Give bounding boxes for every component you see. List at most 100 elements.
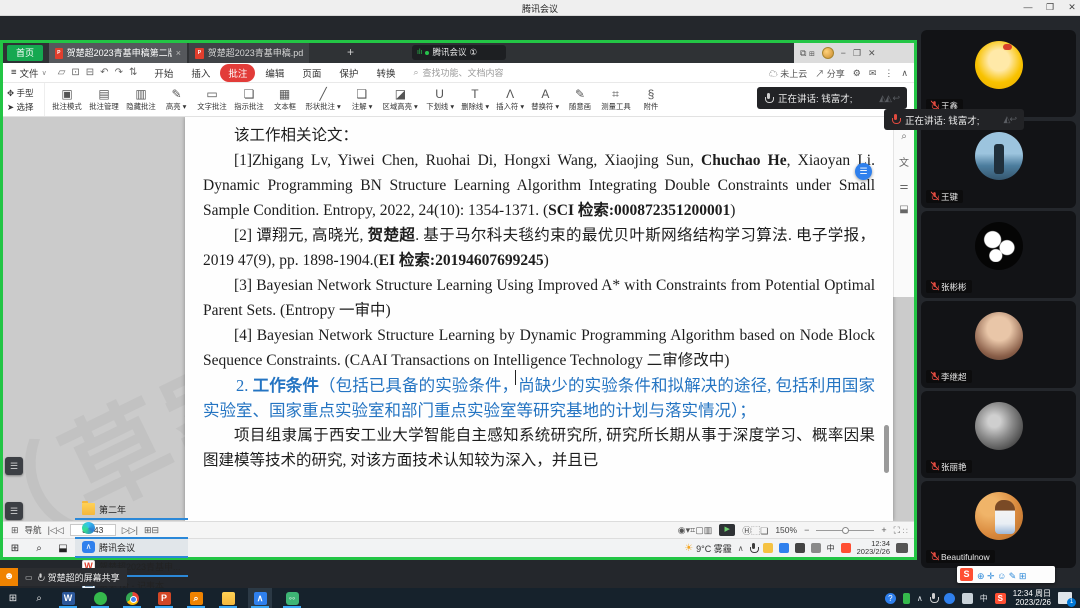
cloud-status[interactable]: ☁ 未上云 [769,67,808,80]
weather-widget[interactable]: ☀ 9°C 雾霾 [684,542,732,555]
taskbar-app-powerpoint[interactable]: P [152,588,176,608]
tool-annotate-mode[interactable]: ▣批注模式 [49,84,85,116]
redo-icon[interactable]: ↷ [112,67,126,78]
collapse-ribbon-icon[interactable]: ∧ [901,68,908,79]
pdf-close-button[interactable]: ✕ [868,48,876,59]
taskbar-app-doc-viewer[interactable]: ⌕ [184,588,208,608]
search-button[interactable]: ⌕ [26,593,52,604]
photos-icon[interactable] [779,543,789,553]
sogou-icon[interactable]: S [995,593,1006,604]
outer-clock[interactable]: 12:34 周日2023/2/26 [1013,589,1051,607]
tab-close-icon[interactable]: × [176,43,181,63]
tray-mic-icon[interactable] [750,543,757,554]
pdf-page[interactable]: 该工作相关论文：[1]Zhigang Lv, Yiwei Chen, Ruoha… [185,117,893,521]
camera-icon[interactable] [795,543,805,553]
ime-icon[interactable]: 中 [980,593,988,604]
battery-icon[interactable] [903,593,910,604]
display-icon[interactable] [962,593,973,604]
file-menu[interactable]: ≡ 文件 ∨ [3,66,55,80]
tool-hide-annotations[interactable]: ▥隐藏批注 [123,84,159,116]
pdf-restore-button[interactable]: ❐ [853,48,861,59]
tool-measure[interactable]: ⌗测量工具 [598,84,634,116]
app-icon[interactable] [944,593,955,604]
page-prev-icon[interactable]: |◁ [48,525,57,535]
sogou-tool-icon[interactable]: ✛ [987,571,997,581]
taskbar-item-folder[interactable]: 第二年 [75,501,188,520]
tool-attachment[interactable]: §附件 [635,84,668,116]
taskbar-item-meeting[interactable]: ∧腾讯会议 [75,539,188,558]
pdf-minimize-button[interactable]: − [841,48,846,58]
undo-icon[interactable]: ↶ [97,67,111,78]
taskbar-app-wechat[interactable]: ◦◦ [280,588,304,608]
hand-tool[interactable]: ✥ 手型 [7,87,40,99]
search-button[interactable]: ⌕ [27,543,51,554]
page-prev-icon[interactable]: ◁ [57,525,64,535]
search-box[interactable]: ⌕ 查找功能、文档内容 [413,66,503,79]
open-folder-icon[interactable]: ▱ [55,67,69,78]
tool-text-comment[interactable]: ▭文字批注 [194,84,230,116]
tool-insert-caret[interactable]: Λ插入符 ▾ [493,84,527,116]
print-icon[interactable]: ⊟ [83,67,97,78]
vertical-scrollbar[interactable] [884,425,889,473]
meeting-status-pill[interactable]: ılı 腾讯会议 ① [412,45,506,60]
slideshow-button[interactable]: ▶ [719,524,735,536]
taskbar-app-explorer[interactable] [216,588,240,608]
tool-replace-caret[interactable]: A替换符 ▾ [528,84,562,116]
menu-item-转换[interactable]: 转换 [368,64,403,82]
view-mode-icon[interactable]: ▥ [704,525,713,535]
participant-tile[interactable]: 张彬彬 [921,211,1076,298]
participant-tile[interactable]: 李继超 [921,301,1076,388]
tool-shape-annotation[interactable]: ╱形状批注 ▾ [302,84,344,116]
taskbar-app-app-green[interactable] [88,588,112,608]
zoom-out-icon[interactable]: − [804,525,809,535]
start-button[interactable]: ⊞ [0,593,26,604]
tab-document-1[interactable]: P 贺楚超2023青基申稿第二版.pdf × [49,43,187,63]
tool-underline[interactable]: U下划线 ▾ [423,84,457,116]
fit-icon[interactable]: ⬚ [751,526,760,536]
shield-icon[interactable] [763,543,773,553]
minimize-button[interactable]: — [1018,1,1038,14]
chevron-up-icon[interactable]: ∧ [738,544,744,553]
tool-strikethrough[interactable]: T删除线 ▾ [458,84,492,116]
fit-icon[interactable]: Ⓗ [742,526,751,536]
menu-item-编辑[interactable]: 编辑 [257,64,292,82]
participant-tile[interactable]: 张丽艳 [921,391,1076,478]
view-mode-icons[interactable]: ⧉ ⊞ [800,48,815,59]
view-mode-icon[interactable]: ⧉ [800,48,809,58]
tool-highlight[interactable]: ✎高亮 ▾ [160,84,193,116]
menu-item-批注[interactable]: 批注 [220,64,255,82]
comment-icon[interactable]: ✉ [869,68,877,79]
info-icon[interactable]: ① [469,45,477,60]
taskbar-app-tencent-meeting[interactable]: ∧ [248,588,272,608]
gear-icon[interactable]: ⚙ [853,68,861,79]
taskbar-app-word[interactable]: W [56,588,80,608]
inner-clock[interactable]: 12:342023/2/26 [857,540,890,556]
tool-annotate-manage[interactable]: ▤批注管理 [86,84,122,116]
input-method-toolbar[interactable]: S ⊕ ✛ ☺ ✎ ⊞ [957,566,1055,583]
view-mode-icon[interactable]: ▢ [695,525,704,535]
menu-item-保护[interactable]: 保护 [331,64,366,82]
nav-label[interactable]: 导航 [25,524,42,536]
menu-item-开始[interactable]: 开始 [146,64,181,82]
tool-note[interactable]: ❑注解 ▾ [345,84,378,116]
assistant-fab[interactable]: ☰ [855,163,872,180]
task-view-button[interactable]: ⬓ [51,543,75,554]
tool-callout[interactable]: ❏指示批注 [231,84,267,116]
taskbar-app-chrome[interactable] [120,588,144,608]
close-button[interactable]: ✕ [1062,1,1080,14]
new-tab-button[interactable]: + [347,45,354,59]
reader-icon[interactable]: ⬓ [899,204,908,215]
sync-icon[interactable]: ⇅ [126,67,140,78]
tab-home[interactable]: 首页 [7,45,43,61]
start-button[interactable]: ⊞ [3,543,27,554]
fullscreen-icon[interactable]: ⛶ ∷ [894,525,908,536]
menu-item-页面[interactable]: 页面 [294,64,329,82]
tool-textbox[interactable]: ▦文本框 [268,84,301,116]
tool-area-highlight[interactable]: ◪区域高亮 ▾ [379,84,421,116]
page-widget-2[interactable]: ☰ [5,502,23,520]
tool-freehand[interactable]: ✎随意画 [564,84,597,116]
menu-item-插入[interactable]: 插入 [183,64,218,82]
zoom-knob[interactable] [842,527,849,534]
zoom-slider[interactable] [816,530,874,531]
ime-icon[interactable]: 中 [827,543,835,554]
